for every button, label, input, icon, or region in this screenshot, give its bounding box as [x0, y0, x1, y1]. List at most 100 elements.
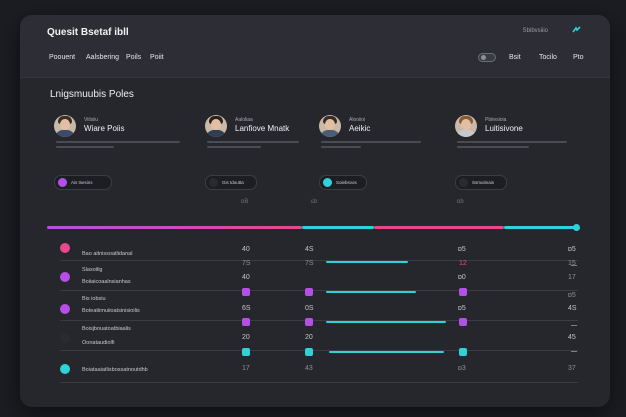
- card-button[interactable]: Ssmutinais: [455, 175, 507, 190]
- row-value: 40: [242, 274, 250, 281]
- row-status-icon: [60, 333, 70, 343]
- row-value: ɒ5: [568, 292, 576, 299]
- row-label: Oonataudiolfi: [82, 340, 115, 346]
- profile-card[interactable]: Alooiioi Aeikic Soiebsvos: [319, 115, 447, 195]
- row-value: ɒ5: [458, 305, 466, 312]
- card-role: Aaloliaa: [235, 117, 253, 123]
- row-value: 4S: [568, 305, 577, 312]
- card-button-label: Ssmutinais: [472, 180, 495, 185]
- avatar: [205, 115, 227, 137]
- card-role: Alooiioi: [349, 117, 366, 123]
- row-value: 17: [568, 274, 576, 281]
- row-label: Boiataaiatlisbossatnoutdhb: [82, 367, 148, 373]
- card-button-label: Gis tdoutta: [222, 180, 244, 185]
- progress-timeline: [47, 226, 579, 229]
- row-value: ɒ5: [458, 246, 466, 253]
- card-description: [56, 141, 182, 155]
- row-label: Boteatiimuiioatsinisioilis: [82, 308, 140, 314]
- row-value: 6S: [242, 305, 251, 312]
- row-label: Boiiaicoaalnsianhas: [82, 279, 131, 285]
- row-value: 7S: [305, 260, 314, 267]
- row-label: Slasoilig: [82, 267, 103, 273]
- app-window: Quesit Bsetaf ibll Sbibvsiiio Poouent Aa…: [20, 15, 610, 407]
- row-value: ɒ5: [568, 246, 576, 253]
- status-chip: [305, 318, 313, 326]
- profile-card[interactable]: Aaloliaa Lanfiove Mnatk Gis tdoutta: [205, 115, 333, 195]
- window-status: Sbibvsiiio: [522, 28, 548, 34]
- row-value: 15: [568, 260, 576, 267]
- row-value: 40: [242, 246, 250, 253]
- avatar: [54, 115, 76, 137]
- row-value: ɒ0: [458, 274, 466, 281]
- nav-item-1[interactable]: Aalsbering: [86, 54, 119, 61]
- card-description: [207, 141, 333, 155]
- row-status-icon: [60, 304, 70, 314]
- status-chip: [242, 318, 250, 326]
- row-value: 37: [568, 365, 576, 372]
- card-role: Pbiiesioia: [485, 117, 507, 123]
- card-button[interactable]: Ais tsesins: [54, 175, 112, 190]
- status-chip: [459, 318, 467, 326]
- card-button[interactable]: Gis tdoutta: [205, 175, 257, 190]
- row-value: 43: [305, 365, 313, 372]
- row-value: 12: [459, 260, 467, 267]
- row-value: 20: [242, 334, 250, 341]
- row-status-icon: [60, 364, 70, 374]
- card-button[interactable]: Soiebsvos: [319, 175, 367, 190]
- app-title: Quesit Bsetaf ibll: [47, 27, 129, 38]
- card-name: Luitisivone: [485, 124, 523, 133]
- card-name: Wiare Poiis: [84, 124, 125, 133]
- card-name: Aeikic: [349, 124, 371, 133]
- card-name: Lanfiove Mnatk: [235, 124, 290, 133]
- user-icon: [459, 178, 468, 187]
- row-value: 20: [305, 334, 313, 341]
- card-button-label: Soiebsvos: [336, 180, 357, 185]
- avatar: [455, 115, 477, 137]
- row-label: Bao aitnissoatlidanal: [82, 251, 133, 257]
- row-value: 0S: [305, 305, 314, 312]
- column-marker: ɒB: [241, 199, 249, 205]
- progress-bar: [326, 291, 416, 293]
- row-value: 17: [242, 365, 250, 372]
- card-description: [457, 141, 583, 155]
- row-label: Boisjbouatoatbiaalis: [82, 326, 131, 332]
- row-value: 45: [568, 334, 576, 341]
- nav-right-0[interactable]: Bsit: [509, 54, 521, 61]
- row-value: 7S: [242, 260, 251, 267]
- user-icon: [323, 178, 332, 187]
- avatar: [319, 115, 341, 137]
- progress-bar: [329, 351, 444, 353]
- section-title: Lnigsmuubis Poles: [50, 89, 134, 100]
- card-description: [321, 141, 447, 155]
- profile-card[interactable]: Pbiiesioia Luitisivone Ssmutinais: [455, 115, 583, 195]
- nav-right-1[interactable]: Tocilo: [539, 54, 557, 61]
- top-bar: Quesit Bsetaf ibll Sbibvsiiio Poouent Aa…: [20, 15, 610, 78]
- status-chip: [242, 348, 250, 356]
- row-value: ɒ3: [458, 365, 466, 372]
- row-label: Bis iobsiu: [82, 296, 106, 302]
- user-icon: [58, 178, 67, 187]
- row-value: 4S: [305, 246, 314, 253]
- progress-bar: [326, 321, 446, 323]
- nav-item-2[interactable]: Poils: [126, 54, 141, 61]
- status-chip: [459, 348, 467, 356]
- card-role: Viilsiiu: [84, 117, 99, 123]
- timeline-handle[interactable]: [573, 224, 580, 231]
- brand-logo-icon: [572, 26, 582, 36]
- column-marker: ɛb: [311, 199, 318, 205]
- row-status-icon: [60, 243, 70, 253]
- nav-right-2[interactable]: Pto: [573, 54, 584, 61]
- profile-card[interactable]: Viilsiiu Wiare Poiis Ais tsesins: [54, 115, 182, 195]
- status-chip: [242, 288, 250, 296]
- nav-item-0[interactable]: Poouent: [49, 54, 75, 61]
- theme-toggle[interactable]: [478, 53, 496, 62]
- progress-bar: [326, 261, 408, 263]
- status-chip: [459, 288, 467, 296]
- user-icon: [209, 178, 218, 187]
- column-marker: ɒb: [457, 199, 464, 205]
- status-chip: [305, 288, 313, 296]
- status-chip: [305, 348, 313, 356]
- card-button-label: Ais tsesins: [71, 180, 93, 185]
- row-status-icon: [60, 272, 70, 282]
- nav-item-3[interactable]: Poiit: [150, 54, 164, 61]
